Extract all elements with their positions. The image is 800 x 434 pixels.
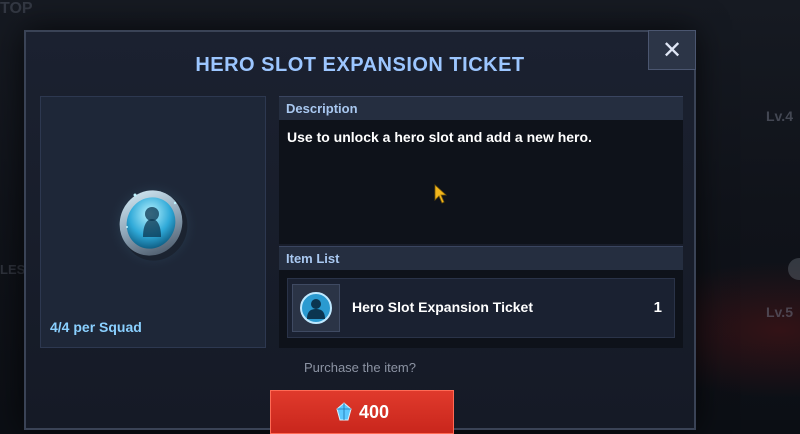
description-text: Use to unlock a hero slot and add a new … — [287, 129, 592, 145]
item-list-header: Item List — [279, 246, 683, 270]
hero-silhouette-icon — [292, 284, 340, 332]
close-button[interactable]: ✕ — [648, 30, 696, 70]
background-level-label: Lv.4 — [766, 108, 793, 124]
list-item: Hero Slot Expansion Ticket 1 — [287, 278, 675, 338]
mouse-cursor-icon — [434, 184, 448, 204]
hero-slot-ticket-icon — [107, 179, 199, 271]
list-item-name: Hero Slot Expansion Ticket — [352, 299, 534, 315]
blue-crystal-icon — [336, 402, 352, 421]
purchase-dialog: HERO SLOT EXPANSION TICKET ✕ 4/4 per Squ… — [24, 30, 696, 434]
background-top-text: TOP — [0, 0, 33, 17]
background-side-tab — [788, 258, 800, 280]
item-preview-panel: 4/4 per Squad — [40, 96, 266, 348]
description-header: Description — [279, 96, 683, 120]
dialog-title: HERO SLOT EXPANSION TICKET — [195, 54, 525, 76]
per-squad-limit: 4/4 per Squad — [50, 319, 142, 335]
background-level-label: Lv.5 — [766, 304, 793, 320]
description-box: Use to unlock a hero slot and add a new … — [279, 120, 683, 244]
confirm-question: Purchase the item? — [303, 360, 416, 375]
item-list: Hero Slot Expansion Ticket 1 — [279, 270, 683, 348]
purchase-button[interactable]: 400 — [270, 390, 454, 434]
purchase-price: 400 — [358, 401, 390, 422]
background-side-text: LES — [0, 262, 26, 277]
list-item-quantity: 1 — [653, 299, 662, 316]
